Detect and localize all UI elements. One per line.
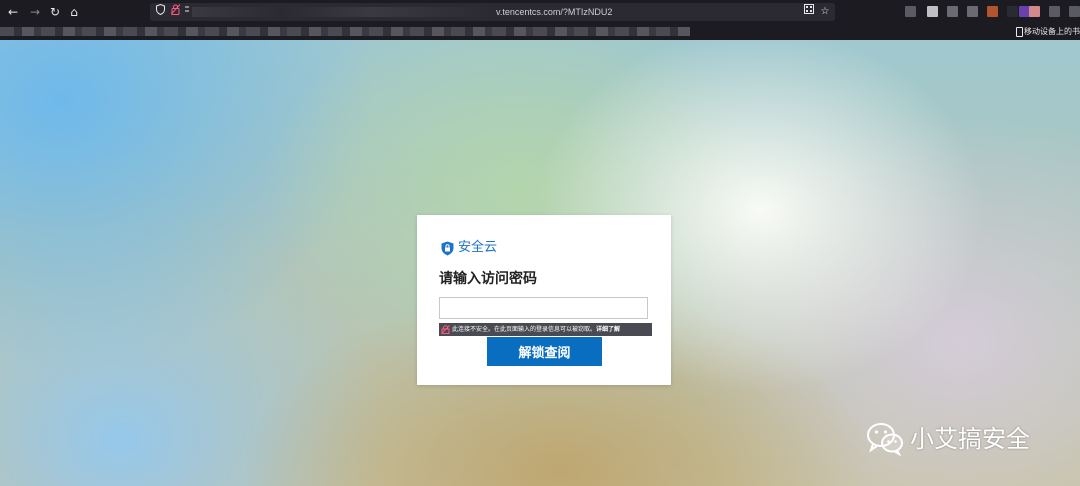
bookmarks-bar: 移动设备上的书签 (0, 24, 1080, 40)
extension-icon[interactable] (1049, 6, 1060, 17)
unlock-button[interactable]: 解锁查阅 (487, 337, 602, 366)
insecure-warning-text: 此连接不安全。在此页面输入的登录信息可以被窃取。 (452, 326, 597, 333)
password-input[interactable] (439, 297, 648, 319)
url-text[interactable]: v.tencentcs.com/?MTIzNDU2 (496, 5, 612, 19)
insecure-lock-icon (441, 325, 450, 334)
wechat-icon (867, 423, 903, 456)
mobile-bookmarks-label: 移动设备上的书签 (1024, 27, 1080, 36)
extension-icon[interactable] (947, 6, 958, 17)
shield-lock-icon (441, 241, 454, 255)
page-viewport: 安全云 请输入访问密码 此连接不安全。在此页面输入的登录信息可以被窃取。详细了解… (0, 40, 1080, 486)
extension-icon[interactable] (905, 6, 916, 17)
learn-more-link[interactable]: 详细了解 (596, 326, 620, 333)
home-icon[interactable]: ⌂ (65, 3, 83, 21)
extension-icon[interactable] (967, 6, 978, 17)
url-redacted-area (192, 7, 492, 17)
reload-icon[interactable]: ↻ (46, 3, 64, 21)
password-card: 安全云 请输入访问密码 此连接不安全。在此页面输入的登录信息可以被窃取。详细了解… (417, 215, 671, 385)
qr-code-icon[interactable] (802, 4, 816, 20)
wechat-watermark: 小艾搞安全 (866, 419, 1030, 459)
extension-icon[interactable] (927, 6, 938, 17)
mobile-device-icon (1016, 26, 1023, 37)
forward-icon[interactable]: → (26, 3, 44, 21)
bookmarks-redacted-area (0, 27, 690, 36)
address-bar[interactable]: v.tencentcs.com/?MTIzNDU2 ☆ (150, 3, 835, 21)
browser-toolbar: ← → ↻ ⌂ v.tencentcs.com/?MTIzNDU2 ☆ (0, 0, 1080, 24)
extension-icon[interactable] (1007, 6, 1018, 17)
watermark-text: 小艾搞安全 (910, 425, 1030, 453)
back-icon[interactable]: ← (4, 3, 22, 21)
extension-icon[interactable] (987, 6, 998, 17)
mobile-bookmarks[interactable]: 移动设备上的书签 (1016, 26, 1080, 38)
extension-icon[interactable] (1029, 6, 1040, 17)
brand-name: 安全云 (458, 240, 498, 255)
bookmark-star-icon[interactable]: ☆ (818, 4, 832, 20)
tracking-protection-shield-icon[interactable] (153, 3, 167, 20)
extension-icon[interactable] (1069, 6, 1080, 17)
page-title: 请输入访问密码 (439, 271, 537, 287)
insecure-login-warning: 此连接不安全。在此页面输入的登录信息可以被窃取。详细了解 (439, 323, 652, 336)
brand: 安全云 (441, 239, 497, 257)
